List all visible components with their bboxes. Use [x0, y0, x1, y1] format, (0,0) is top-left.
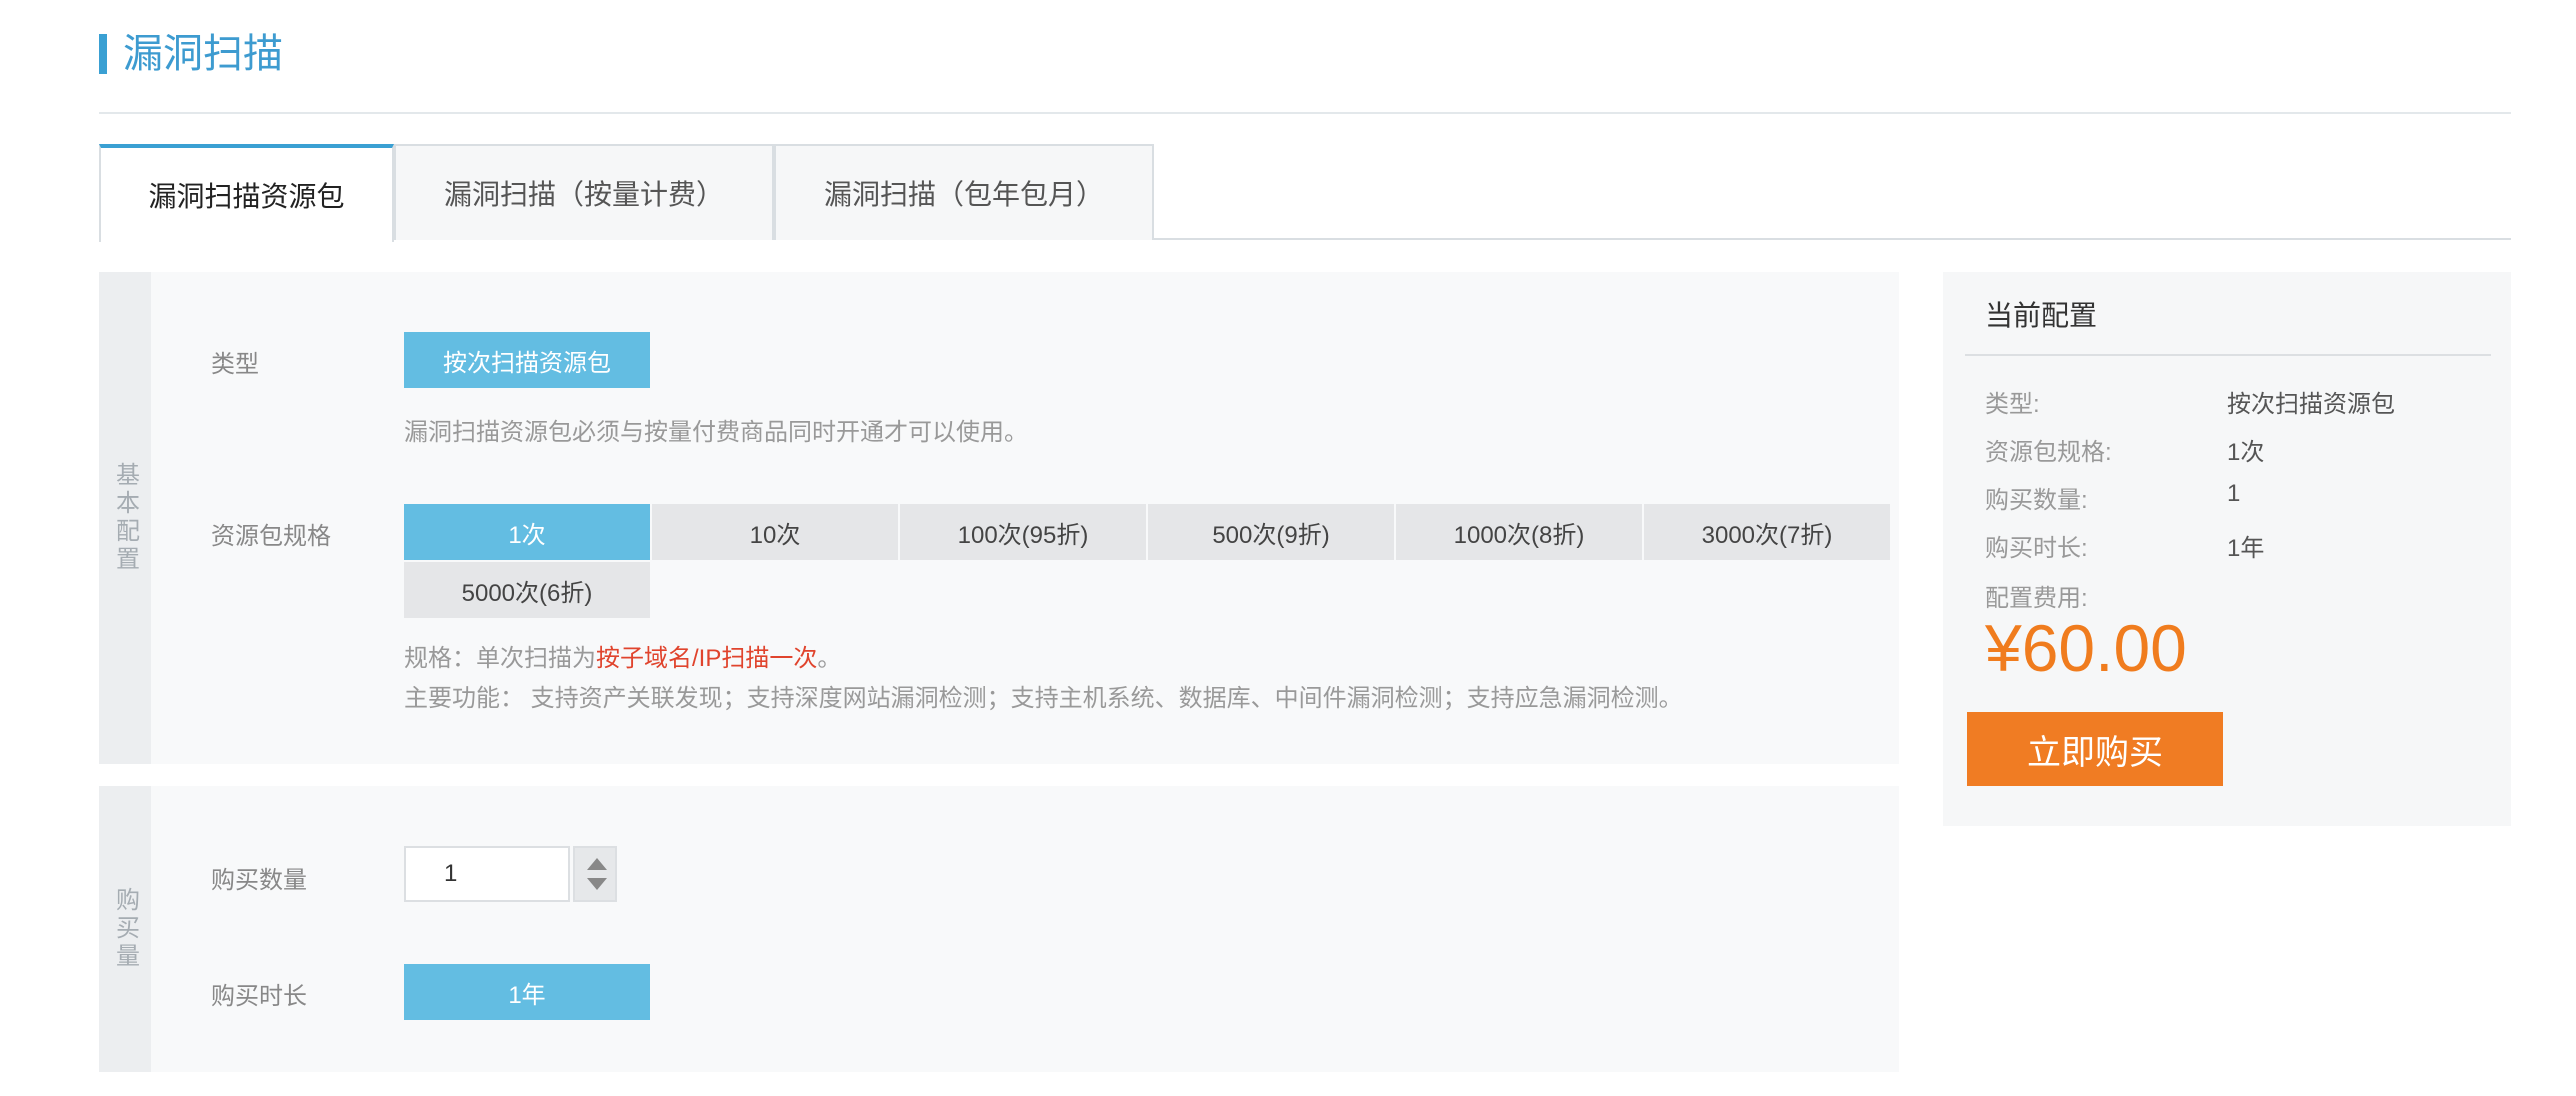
spec-option-500[interactable]: 500次(9折): [1148, 504, 1394, 560]
duration-option-1-year[interactable]: 1年: [404, 964, 650, 1020]
basic-config-panel: 基本配置 类型 按次扫描资源包 漏洞扫描资源包必须与按量付费商品同时开通才可以使…: [99, 272, 1899, 764]
spec-option-10[interactable]: 10次: [652, 504, 898, 560]
features-note: 主要功能： 支持资产关联发现；支持深度网站漏洞检测；支持主机系统、数据库、中间件…: [404, 685, 1683, 712]
summary-duration-value: 1年: [2227, 535, 2265, 562]
tab-resource-package[interactable]: 漏洞扫描资源包: [99, 144, 394, 242]
arrow-down-icon[interactable]: [587, 878, 607, 890]
duration-label: 购买时长: [211, 983, 307, 1010]
panel-side-label: 基本配置: [99, 272, 151, 764]
title-accent-bar: [99, 34, 107, 74]
summary-type-key: 类型:: [1985, 391, 2040, 418]
summary-spec-value: 1次: [2227, 439, 2265, 466]
summary-qty-value: 1: [2227, 480, 2241, 507]
spec-note-highlight: 按子域名/IP扫描一次: [596, 645, 818, 672]
page-title: 漏洞扫描: [123, 32, 283, 76]
arrow-up-icon[interactable]: [587, 858, 607, 870]
current-config-summary: 当前配置 类型: 按次扫描资源包 资源包规格: 1次 购买数量: 1 购买时长:…: [1943, 272, 2511, 826]
product-tabs: 漏洞扫描资源包 漏洞扫描（按量计费） 漏洞扫描（包年包月）: [99, 144, 2511, 242]
summary-spec-key: 资源包规格:: [1985, 439, 2112, 466]
spec-option-1[interactable]: 1次: [404, 504, 650, 560]
summary-qty-key: 购买数量:: [1985, 487, 2088, 514]
basic-config-side-text: 基本配置: [111, 462, 139, 574]
summary-price: ¥60.00: [1985, 611, 2187, 685]
type-note: 漏洞扫描资源包必须与按量付费商品同时开通才可以使用。: [404, 419, 1028, 446]
buy-now-button[interactable]: 立即购买: [1967, 712, 2223, 786]
quantity-input[interactable]: [404, 846, 570, 902]
panel-side-label: 购买量: [99, 786, 151, 1072]
purchase-panel: 购买量 购买数量 购买时长 1年: [99, 786, 1899, 1072]
summary-type-value: 按次扫描资源包: [2227, 391, 2395, 418]
summary-title: 当前配置: [1985, 300, 2098, 331]
tab-pay-as-you-go[interactable]: 漏洞扫描（按量计费）: [394, 144, 774, 240]
quantity-label: 购买数量: [211, 867, 307, 894]
summary-fee-label: 配置费用:: [1985, 585, 2088, 612]
spec-option-1000[interactable]: 1000次(8折): [1396, 504, 1642, 560]
summary-divider: [1965, 354, 2491, 356]
spec-option-100[interactable]: 100次(95折): [900, 504, 1146, 560]
spec-note-prefix: 规格：单次扫描为: [404, 645, 596, 672]
spec-label: 资源包规格: [211, 523, 331, 550]
tab-subscription[interactable]: 漏洞扫描（包年包月）: [774, 144, 1154, 240]
purchase-side-text: 购买量: [111, 887, 139, 971]
quantity-stepper[interactable]: [573, 846, 617, 902]
type-label: 类型: [211, 351, 259, 378]
type-option-per-scan[interactable]: 按次扫描资源包: [404, 332, 650, 388]
spec-option-3000[interactable]: 3000次(7折): [1644, 504, 1890, 560]
spec-note: 规格：单次扫描为按子域名/IP扫描一次。: [404, 638, 841, 673]
summary-duration-key: 购买时长:: [1985, 535, 2088, 562]
spec-note-suffix: 。: [817, 645, 842, 672]
spec-option-5000[interactable]: 5000次(6折): [404, 562, 650, 618]
page-header: 漏洞扫描: [99, 30, 2511, 114]
